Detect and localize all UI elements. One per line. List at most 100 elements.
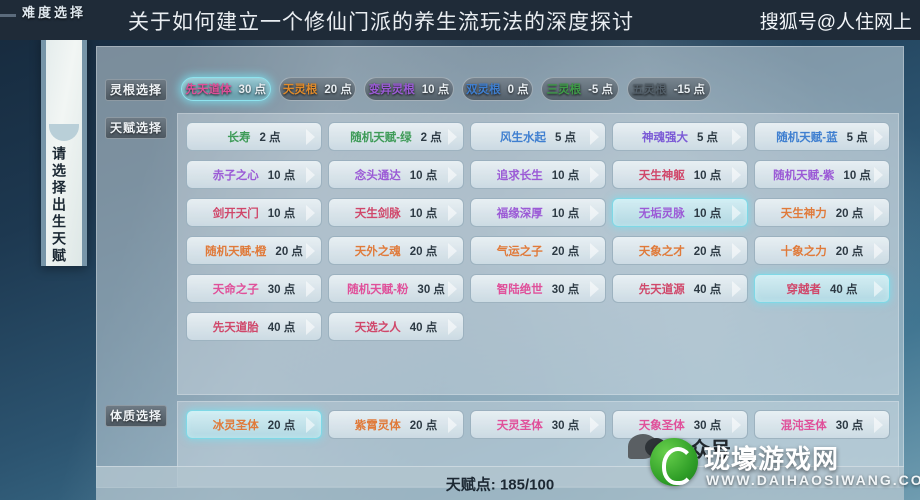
- talent-chip-15[interactable]: 随机天赋-橙 20 点: [186, 236, 322, 265]
- chevron-right-icon: [448, 166, 457, 183]
- talent-chip-18[interactable]: 天象之才 20 点: [612, 236, 748, 265]
- chevron-right-icon: [590, 166, 599, 183]
- talent-chip-cost: 5 点: [696, 131, 719, 144]
- talent-chip-11[interactable]: 天生剑脉 10 点: [328, 198, 464, 227]
- talent-chip-5[interactable]: 赤子之心 10 点: [186, 160, 322, 189]
- root-tab-2[interactable]: 变异灵根 10 点: [364, 77, 454, 101]
- root-tab-name: 先天道体: [185, 84, 232, 96]
- root-tab-0[interactable]: 先天道体 30 点: [181, 77, 271, 101]
- chevron-right-icon: [590, 242, 599, 259]
- talent-chip-name: 随机天赋-粉: [347, 283, 409, 296]
- talent-chip-6[interactable]: 念头通达 10 点: [328, 160, 464, 189]
- talent-chip-23[interactable]: 先天道源 40 点: [612, 274, 748, 303]
- talent-chip-10[interactable]: 剑开天门 10 点: [186, 198, 322, 227]
- talent-chip-16[interactable]: 天外之魂 20 点: [328, 236, 464, 265]
- talent-chip-20[interactable]: 天命之子 30 点: [186, 274, 322, 303]
- chevron-right-icon: [448, 280, 457, 297]
- talent-chip-7[interactable]: 追求长生 10 点: [470, 160, 606, 189]
- chevron-right-icon: [732, 204, 741, 221]
- talent-chip-cost: 10 点: [409, 169, 438, 182]
- talent-chip-cost: 10 点: [409, 207, 438, 220]
- talent-chip-name: 穿越者: [786, 283, 822, 296]
- constitution-chip-cost: 30 点: [551, 419, 580, 432]
- talent-chip-cost: 30 点: [267, 283, 296, 296]
- chevron-right-icon: [874, 242, 883, 259]
- talent-chip-17[interactable]: 气运之子 20 点: [470, 236, 606, 265]
- talent-chip-cost: 5 点: [846, 131, 868, 144]
- talent-chip-cost: 20 点: [551, 245, 580, 258]
- section-tag-root: 灵根选择: [105, 79, 167, 101]
- talent-chip-name: 随机天赋-紫: [773, 169, 835, 182]
- chevron-right-icon: [306, 204, 315, 221]
- constitution-chip-1[interactable]: 紫霄灵体 20 点: [328, 410, 464, 439]
- root-tab-1[interactable]: 天灵根 20 点: [278, 77, 357, 101]
- chevron-right-icon: [448, 242, 457, 259]
- talent-chip-name: 随机天赋-绿: [350, 131, 412, 144]
- root-tab-name: 双灵根: [466, 84, 501, 96]
- root-tab-4[interactable]: 三灵根 -5 点: [541, 77, 619, 101]
- talent-chip-cost: 20 点: [275, 245, 303, 258]
- constitution-chip-name: 紫霄灵体: [354, 419, 401, 432]
- talent-chip-cost: 30 点: [551, 283, 580, 296]
- talent-chip-name: 神魂强大: [641, 131, 688, 144]
- talent-chip-24[interactable]: 穿越者 40 点: [754, 274, 890, 303]
- talent-chip-9[interactable]: 随机天赋-紫 10 点: [754, 160, 890, 189]
- chevron-right-icon: [874, 204, 883, 221]
- constitution-chip-0[interactable]: 冰灵圣体 20 点: [186, 410, 322, 439]
- talent-chip-21[interactable]: 随机天赋-粉 30 点: [328, 274, 464, 303]
- root-tab-name: 三灵根: [546, 84, 582, 96]
- chevron-right-icon: [874, 416, 883, 433]
- talent-chip-26[interactable]: 天选之人 40 点: [328, 312, 464, 341]
- talent-chip-name: 赤子之心: [212, 169, 259, 182]
- chevron-right-icon: [590, 416, 599, 433]
- talent-chip-22[interactable]: 智陆绝世 30 点: [470, 274, 606, 303]
- chevron-right-icon: [590, 128, 599, 145]
- talent-chip-name: 十象之力: [780, 245, 827, 258]
- chevron-right-icon: [448, 318, 457, 335]
- talent-chip-25[interactable]: 先天道胎 40 点: [186, 312, 322, 341]
- root-tab-3[interactable]: 双灵根 0 点: [461, 77, 533, 101]
- chevron-right-icon: [732, 416, 741, 433]
- talent-chip-4[interactable]: 随机天赋-蓝 5 点: [754, 122, 890, 151]
- character-creation-panel: 灵根选择 天赋选择 体质选择 先天道体 30 点天灵根 20 点变异灵根 10 点双灵…: [96, 46, 904, 488]
- root-tab-5[interactable]: 五灵根 -15 点: [626, 77, 711, 101]
- constitution-chip-2[interactable]: 天灵圣体 30 点: [470, 410, 606, 439]
- talent-chip-name: 剑开天门: [212, 207, 259, 220]
- talent-chip-14[interactable]: 天生神力 20 点: [754, 198, 890, 227]
- chevron-right-icon: [448, 204, 457, 221]
- constitution-chip-name: 天灵圣体: [496, 419, 543, 432]
- chevron-right-icon: [306, 242, 315, 259]
- root-tab-cost: 30 点: [238, 84, 267, 96]
- talent-chip-0[interactable]: 长寿 2 点: [186, 122, 322, 151]
- constitution-chip-name: 天象圣体: [638, 419, 685, 432]
- page-title: 关于如何建立一个修仙门派的养生流玩法的深度探讨: [128, 11, 634, 34]
- talent-chip-13[interactable]: 无垢灵脉 10 点: [612, 198, 748, 227]
- talent-chip-3[interactable]: 神魂强大 5 点: [612, 122, 748, 151]
- chevron-right-icon: [874, 166, 883, 183]
- talent-chip-name: 念头通达: [354, 169, 401, 182]
- talent-chip-8[interactable]: 天生神躯 10 点: [612, 160, 748, 189]
- talent-chip-cost: 40 点: [409, 321, 438, 334]
- talent-chip-cost: 10 点: [267, 207, 296, 220]
- constitution-chip-4[interactable]: 混沌圣体 30 点: [754, 410, 890, 439]
- section-tag-talent: 天赋选择: [105, 117, 167, 139]
- talent-chip-19[interactable]: 十象之力 20 点: [754, 236, 890, 265]
- talent-chip-12[interactable]: 福缘深厚 10 点: [470, 198, 606, 227]
- talent-chip-cost: 40 点: [267, 321, 296, 334]
- constitution-grid: 冰灵圣体 20 点紫霄灵体 20 点天灵圣体 30 点天象圣体 30 点混沌圣体 30 点: [186, 410, 892, 439]
- constitution-chip-cost: 20 点: [267, 419, 296, 432]
- talent-chip-cost: 10 点: [693, 207, 722, 220]
- talent-chip-2[interactable]: 风生水起 5 点: [470, 122, 606, 151]
- talent-chip-name: 天生神力: [780, 207, 827, 220]
- talent-chip-cost: 30 点: [417, 283, 445, 296]
- constitution-chip-cost: 30 点: [835, 419, 864, 432]
- screenshot-root: 难度选择 请选择出生天赋 灵根选择 天赋选择 体质选择 先天道体 30 点 天灵根 2…: [0, 0, 920, 500]
- talent-chip-cost: 10 点: [551, 207, 580, 220]
- constitution-chip-3[interactable]: 天象圣体 30 点: [612, 410, 748, 439]
- chevron-right-icon: [590, 204, 599, 221]
- talent-chip-name: 天外之魂: [354, 245, 401, 258]
- scroll-banner-text: 请选择出生天赋: [51, 146, 67, 265]
- talent-chip-1[interactable]: 随机天赋-绿 2 点: [328, 122, 464, 151]
- talent-chip-cost: 2 点: [259, 131, 281, 144]
- chevron-right-icon: [306, 166, 315, 183]
